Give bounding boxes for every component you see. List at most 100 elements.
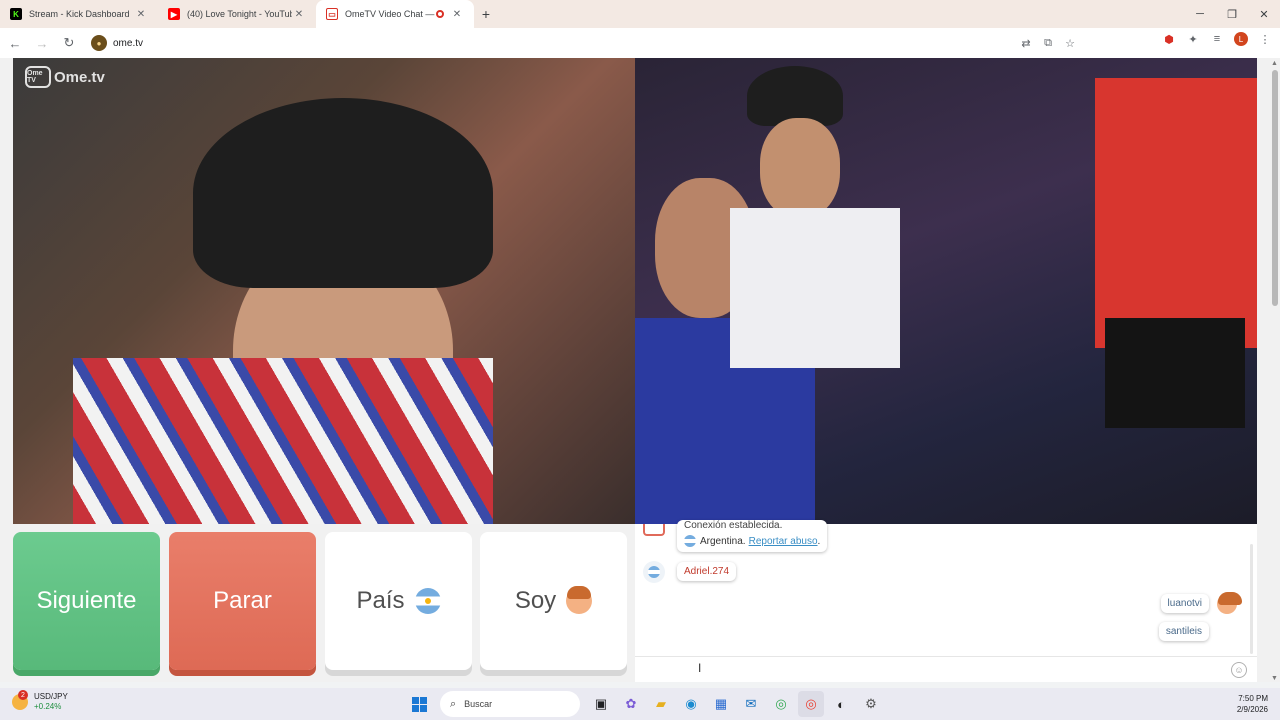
taskbar-search[interactable]: ⌕ Buscar — [440, 691, 580, 717]
clock-date: 2/9/2026 — [1236, 705, 1268, 714]
argentina-flag-icon — [684, 535, 696, 547]
forward-icon[interactable]: → — [30, 31, 54, 55]
cap — [747, 66, 843, 126]
tab-youtube[interactable]: ▶ (40) Love Tonight - YouTube ✕ — [158, 0, 316, 28]
menu-kebab-icon[interactable]: ⋮ — [1258, 32, 1272, 46]
install-app-icon[interactable]: ⧉ — [1041, 36, 1055, 50]
minimize-icon[interactable]: ─ — [1184, 0, 1216, 28]
chat-scrollbar[interactable] — [1250, 544, 1253, 654]
chrome-icon[interactable]: ◎ — [768, 691, 794, 717]
my-message: santileis — [1158, 622, 1209, 641]
extensions-area: ⬢ ✦ ≡ L ⋮ — [1162, 32, 1272, 46]
market-icon: 2 — [12, 690, 28, 710]
profile-avatar[interactable]: L — [1234, 32, 1248, 46]
text-cursor-icon: I — [698, 661, 702, 675]
ometv-page: Ome TV Ome.tv Siguiente Parar País Soy C… — [0, 58, 1270, 682]
report-abuse-link[interactable]: Reportar abuso — [749, 536, 818, 547]
new-tab-button[interactable]: + — [474, 0, 498, 28]
stop-button[interactable]: Parar — [169, 532, 316, 670]
page-scrollbar[interactable]: ▲ ▼ — [1270, 58, 1280, 682]
next-label: Siguiente — [36, 587, 137, 614]
edge-icon[interactable]: ◉ — [678, 691, 704, 717]
adblock-icon[interactable]: ⬢ — [1162, 32, 1176, 46]
task-view-icon[interactable]: ▣ — [588, 691, 614, 717]
restore-icon[interactable]: ❐ — [1216, 0, 1248, 28]
ticker-change: +0.24% — [34, 702, 62, 711]
scroll-down-icon[interactable]: ▼ — [1271, 675, 1278, 682]
argentina-flag-icon — [414, 588, 441, 614]
windows-logo-icon — [411, 696, 427, 712]
market-widget[interactable]: 2 USD/JPY +0.24% — [12, 690, 68, 712]
obs-icon[interactable]: ◐ — [828, 691, 854, 717]
scrollbar-thumb[interactable] — [1272, 70, 1278, 306]
country-label: País — [356, 587, 405, 614]
kick-icon: K — [10, 8, 22, 20]
system-message: Conexión establecida. Argentina. Reporta… — [677, 520, 828, 552]
peer-avatar — [643, 561, 665, 583]
local-video-feed: Ome TV Ome.tv — [13, 58, 635, 524]
youtube-icon: ▶ — [168, 8, 180, 20]
close-tab-icon[interactable]: ✕ — [450, 9, 464, 20]
person-face — [760, 118, 840, 218]
notification-badge: 2 — [18, 690, 28, 700]
country-button[interactable]: País — [325, 532, 472, 670]
logo-box: Ome TV — [25, 66, 51, 88]
cap — [193, 98, 493, 288]
extensions-puzzle-icon[interactable]: ✦ — [1186, 32, 1200, 46]
my-message: luanotvi — [1160, 594, 1209, 613]
ometv-system-icon — [643, 524, 665, 536]
shirt — [730, 208, 900, 368]
peer-message: Adriel.274 — [677, 562, 737, 581]
stop-label: Parar — [213, 587, 272, 614]
recording-icon — [436, 10, 444, 18]
gender-label: Soy — [514, 587, 557, 614]
reload-icon[interactable]: ↻ — [57, 31, 81, 55]
start-button[interactable] — [406, 691, 432, 717]
taskbar-apps: ⌕ Buscar ▣ ✿ ▰ ◉ ▦ ✉ ◎ ◎ ◐ ⚙ — [406, 691, 884, 717]
tab-strip: K Stream - Kick Dashboard ✕ ▶ (40) Love … — [0, 0, 1280, 28]
scroll-up-icon[interactable]: ▲ — [1271, 60, 1278, 67]
gender-button[interactable]: Soy — [480, 532, 627, 670]
site-info-icon[interactable]: ● — [91, 35, 107, 51]
tab-title: OmeTV Video Chat — Ome — [345, 9, 436, 19]
search-placeholder: Buscar — [464, 699, 493, 709]
chat-panel: Conexión establecida. Argentina. Reporta… — [635, 520, 1257, 682]
tab-kick[interactable]: K Stream - Kick Dashboard ✕ — [0, 0, 158, 28]
partner-video-feed — [635, 58, 1257, 524]
outlook-icon[interactable]: ✉ — [738, 691, 764, 717]
address-bar[interactable]: ● ome.tv ⇄ ⧉ ☆ — [91, 32, 1081, 54]
close-window-icon[interactable]: ✕ — [1248, 0, 1280, 28]
emoji-icon[interactable]: ☺ — [1231, 662, 1247, 678]
chat-input[interactable]: I ☺ — [635, 656, 1257, 682]
connection-status: Conexión establecida. — [684, 520, 783, 531]
close-tab-icon[interactable]: ✕ — [134, 9, 148, 20]
file-explorer-icon[interactable]: ▰ — [648, 691, 674, 717]
shorts — [1105, 318, 1245, 428]
translate-icon[interactable]: ⇄ — [1019, 36, 1033, 50]
windows-taskbar: 2 USD/JPY +0.24% ⌕ Buscar ▣ ✿ ▰ ◉ ▦ ✉ ◎ ◎… — [0, 688, 1280, 720]
boy-emoji-icon — [1217, 592, 1242, 614]
back-icon[interactable]: ← — [3, 31, 27, 55]
url-text: ome.tv — [113, 37, 144, 49]
store-icon[interactable]: ▦ — [708, 691, 734, 717]
ometv-icon: ▭ — [326, 8, 338, 20]
browser-toolbar: ← → ↻ ● ome.tv ⇄ ⧉ ☆ ⬢ ✦ ≡ L ⋮ — [0, 28, 1280, 58]
tab-ometv[interactable]: ▭ OmeTV Video Chat — Ome ✕ — [316, 0, 474, 28]
logo-text: Ome.tv — [54, 68, 105, 86]
boy-emoji-icon — [566, 586, 593, 614]
search-icon: ⌕ — [450, 697, 457, 710]
argentina-flag-icon — [648, 566, 660, 578]
copilot-icon[interactable]: ✿ — [618, 691, 644, 717]
bookmark-star-icon[interactable]: ☆ — [1063, 36, 1077, 50]
settings-gear-icon[interactable]: ⚙ — [858, 691, 884, 717]
media-controls-icon[interactable]: ≡ — [1210, 32, 1224, 46]
close-tab-icon[interactable]: ✕ — [292, 9, 306, 20]
chrome-active-icon[interactable]: ◎ — [798, 691, 824, 717]
next-button[interactable]: Siguiente — [13, 532, 160, 670]
shirt — [73, 358, 493, 524]
tab-title: (40) Love Tonight - YouTube — [187, 9, 292, 19]
tab-title: Stream - Kick Dashboard — [29, 9, 130, 19]
clock-time: 7:50 PM — [1238, 694, 1268, 703]
system-clock[interactable]: 7:50 PM 2/9/2026 — [1237, 693, 1268, 715]
ticker-symbol: USD/JPY — [34, 692, 68, 701]
